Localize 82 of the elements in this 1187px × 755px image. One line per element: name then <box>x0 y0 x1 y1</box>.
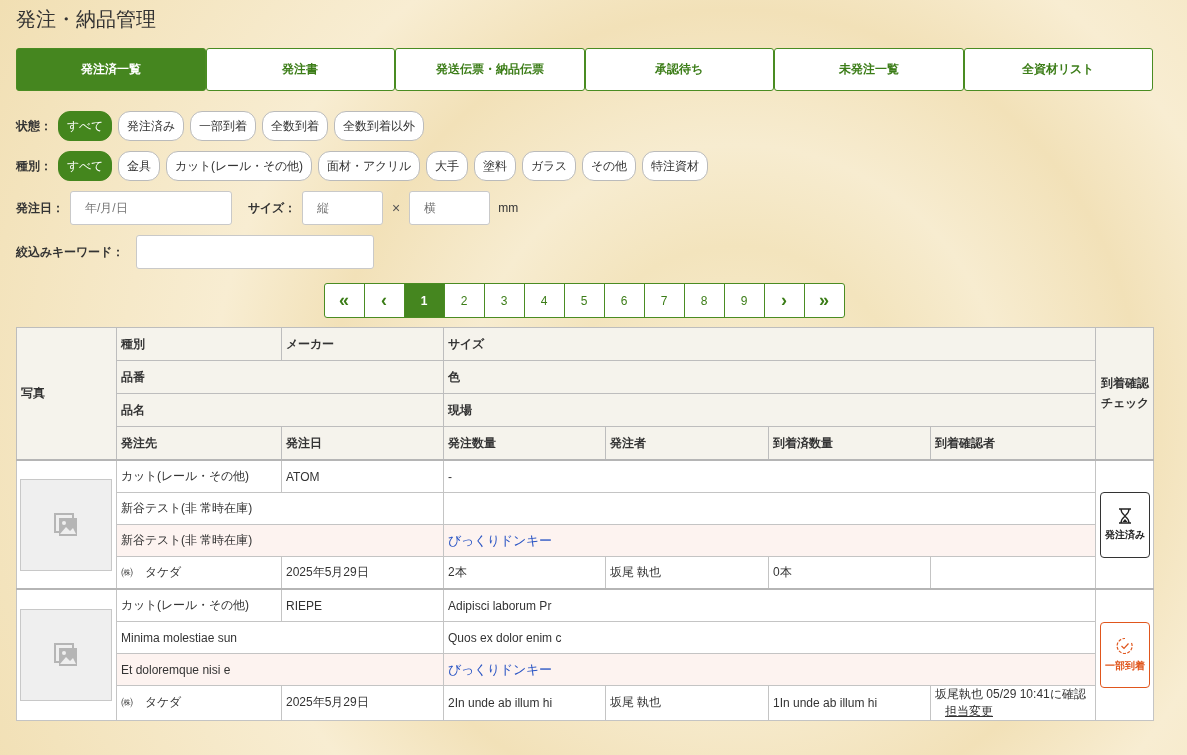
unit-label: mm <box>498 201 519 215</box>
column-header: 到着確認チェック <box>1095 327 1154 460</box>
filter-label: 絞込みキーワード： <box>16 243 124 261</box>
filter-label: サイズ： <box>248 199 296 217</box>
filter-chip[interactable]: 大手 <box>426 151 468 181</box>
column-header: 到着済数量 <box>768 426 931 460</box>
column-header: 発注日 <box>281 426 444 460</box>
table-cell: カット(レール・その他) <box>116 460 282 493</box>
column-header: 色 <box>443 360 1096 394</box>
hourglass-icon <box>1118 507 1132 524</box>
filter-chip[interactable]: 全数到着以外 <box>334 111 424 141</box>
table-cell: Quos ex dolor enim c <box>443 621 1096 654</box>
filter-chip[interactable]: その他 <box>582 151 636 181</box>
table-cell: 新谷テスト(非 常時在庫) <box>116 492 444 525</box>
filter-chip[interactable]: すべて <box>58 111 112 141</box>
page-link[interactable]: 4 <box>523 283 565 318</box>
tab[interactable]: 発送伝票・納品伝票 <box>395 48 585 91</box>
table-cell: カット(レール・その他) <box>116 589 282 622</box>
filter-chip[interactable]: 金具 <box>118 151 160 181</box>
column-header: 現場 <box>443 393 1096 427</box>
filter-chip[interactable]: 塗料 <box>474 151 516 181</box>
tab[interactable]: 発注済一覧 <box>16 48 206 91</box>
image-icon <box>54 512 78 537</box>
times-sign: × <box>392 200 401 216</box>
status-button[interactable]: 発注済み <box>1100 491 1150 558</box>
column-header: 写真 <box>16 327 117 460</box>
page-title: 発注・納品管理 <box>16 7 157 32</box>
page-link[interactable]: 2 <box>443 283 485 318</box>
filter-chip[interactable]: カット(レール・その他) <box>166 151 312 181</box>
tab[interactable]: 未発注一覧 <box>774 48 964 91</box>
column-header: 到着確認者 <box>930 426 1096 460</box>
table-cell: 新谷テスト(非 常時在庫) <box>116 524 444 557</box>
filter-chip[interactable]: 特注資材 <box>642 151 708 181</box>
filter-chip[interactable]: ガラス <box>522 151 576 181</box>
column-header: 品名 <box>116 393 444 427</box>
table-cell: ㈱ タケダ <box>116 685 282 721</box>
status-button[interactable]: 一部到着 <box>1100 621 1150 688</box>
height-field[interactable]: 縦 <box>302 191 383 225</box>
keyword-field[interactable] <box>136 235 374 269</box>
filter-label: 発注日： <box>16 199 64 217</box>
change-link[interactable]: 担当変更 <box>945 702 993 720</box>
column-header: 種別 <box>116 327 282 361</box>
page-link[interactable]: 7 <box>643 283 685 318</box>
image-icon <box>54 642 78 667</box>
filter-label: 状態： <box>16 117 52 135</box>
tab[interactable]: 発注書 <box>205 48 395 91</box>
page-link[interactable]: 8 <box>683 283 725 318</box>
column-header: メーカー <box>281 327 444 361</box>
page-link[interactable]: 3 <box>483 283 525 318</box>
table-cell: - <box>443 460 1096 493</box>
site-link[interactable]: びっくりドンキー <box>448 532 552 548</box>
table-cell: Et doloremque nisi e <box>116 653 444 686</box>
tab[interactable]: 全資材リスト <box>963 48 1153 91</box>
table-cell: ATOM <box>281 460 444 493</box>
check-circle-icon <box>1116 636 1134 655</box>
page-link[interactable]: 1 <box>403 283 445 318</box>
column-header: サイズ <box>443 327 1096 361</box>
filter-chip[interactable]: 全数到着 <box>262 111 328 141</box>
confirmer-text: 坂尾執也 05/29 10:41に確認 <box>935 686 1087 703</box>
filter-label: 種別： <box>16 157 52 175</box>
tab[interactable]: 承認待ち <box>584 48 774 91</box>
filter-chip[interactable]: 一部到着 <box>190 111 256 141</box>
table-cell: 2In unde ab illum hi <box>443 685 606 721</box>
table-cell: Adipisci laborum Pr <box>443 589 1096 622</box>
filter-chip[interactable]: 面材・アクリル <box>318 151 420 181</box>
table-cell: Minima molestiae sun <box>116 621 444 654</box>
page-link[interactable]: 6 <box>603 283 645 318</box>
page-link[interactable]: 9 <box>723 283 765 318</box>
width-field[interactable]: 横 <box>409 191 491 225</box>
column-header: 品番 <box>116 360 444 394</box>
table-cell: RIEPE <box>281 589 444 622</box>
filter-chip[interactable]: すべて <box>58 151 112 181</box>
column-header: 発注数量 <box>443 426 606 460</box>
page-link[interactable]: 5 <box>563 283 605 318</box>
column-header: 発注者 <box>605 426 769 460</box>
table-cell: 坂尾 執也 <box>605 685 769 721</box>
table-cell: 2025年5月29日 <box>281 685 444 721</box>
date-field[interactable]: 年/月/日 <box>70 191 232 225</box>
table-cell: 1In unde ab illum hi <box>768 685 931 721</box>
site-link[interactable]: びっくりドンキー <box>448 661 552 677</box>
filter-chip[interactable]: 発注済み <box>118 111 184 141</box>
column-header: 発注先 <box>116 426 282 460</box>
